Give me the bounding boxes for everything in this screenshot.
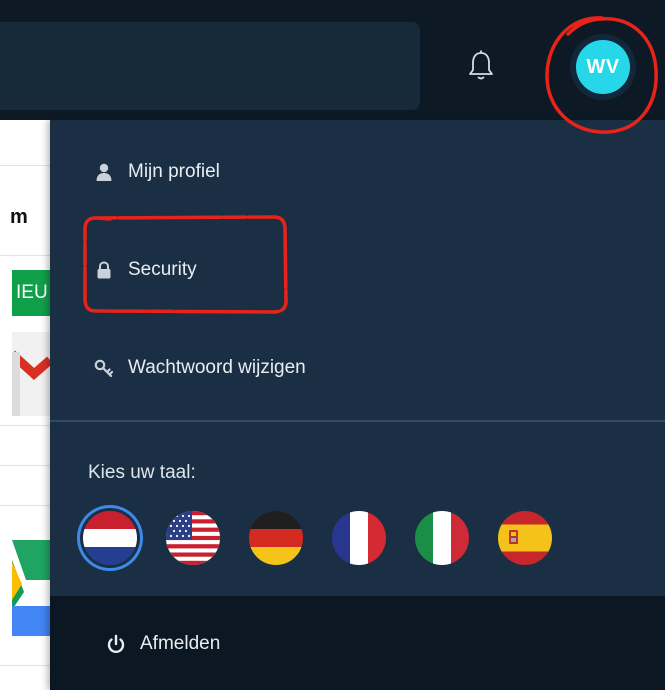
menu-item-label: Wachtwoord wijzigen [128,357,306,378]
netherlands-flag[interactable] [83,511,137,565]
germany-flag[interactable] [249,511,303,565]
menu-footer: Afmelden [50,596,665,690]
annotation-circle [545,16,658,134]
drive-icon [12,540,50,640]
new-badge: IEU [12,270,50,316]
user-menu-dropdown: Mijn profiel Security Wachtwoord wijzige… [50,120,665,690]
italy-flag[interactable] [415,511,469,565]
power-icon [106,634,126,654]
menu-divider [50,420,665,422]
menu-item-change-password[interactable]: Wachtwoord wijzigen [94,353,306,383]
gmail-icon [8,332,53,416]
background-heading: m [10,206,28,228]
usa-flag[interactable] [166,511,220,565]
key-icon [94,358,114,378]
bell-icon[interactable] [466,49,496,83]
logout-label: Afmelden [140,633,221,654]
divider [0,165,50,166]
divider [0,505,50,506]
divider [0,665,50,666]
search-bar[interactable] [0,22,420,110]
divider [0,255,50,256]
annotation-rectangle [83,215,288,314]
divider [0,465,50,466]
france-flag[interactable] [332,511,386,565]
person-icon [94,162,114,182]
language-label: Kies uw taal: [88,462,196,483]
spain-flag[interactable] [498,511,552,565]
divider [0,425,50,426]
menu-item-label: Mijn profiel [128,161,220,182]
logout-button[interactable]: Afmelden [106,633,220,655]
menu-item-profile[interactable]: Mijn profiel [94,157,220,187]
